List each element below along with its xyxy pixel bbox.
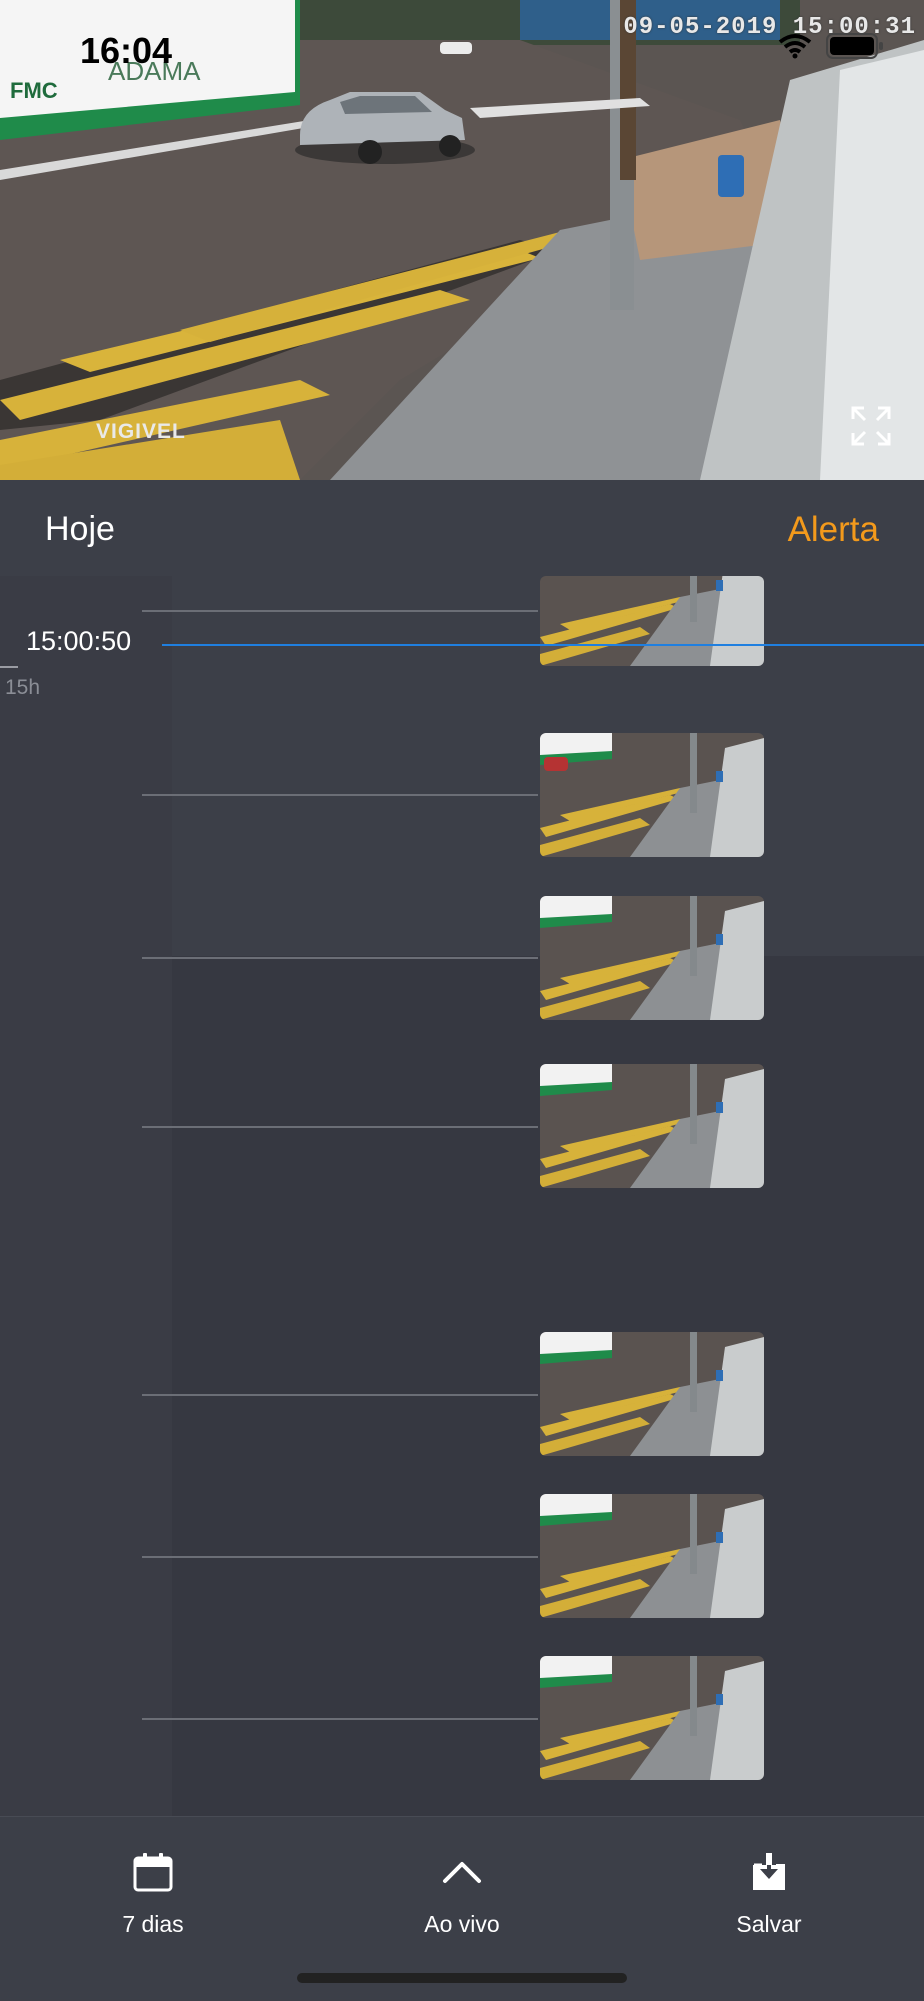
thumbnail-image	[540, 1656, 764, 1780]
download-icon	[753, 1853, 785, 1890]
battery-icon	[826, 33, 883, 59]
timeline-header: Hoje Alerta	[0, 480, 924, 576]
camera-scene-image: FMC ADAMA	[0, 0, 924, 480]
camera-video-view[interactable]: FMC ADAMA 16:04 09-05-2019 15:00:31 VIGI…	[0, 0, 924, 480]
event-marker-line	[142, 1718, 538, 1720]
hour-tick	[0, 666, 18, 668]
camera-watermark: VIGIVEL	[96, 420, 186, 443]
event-marker-line	[142, 1126, 538, 1128]
event-thumbnail[interactable]	[540, 896, 764, 1020]
event-thumbnail[interactable]	[540, 733, 764, 857]
playhead-time: 15:00:50	[26, 626, 132, 656]
event-thumbnail[interactable]	[540, 576, 764, 666]
banner-fmc-text: FMC	[10, 78, 58, 103]
status-bar-time: 16:04	[80, 30, 173, 71]
timeline-gutter	[0, 576, 172, 1816]
fullscreen-icon	[851, 406, 891, 446]
chevron-up-icon	[443, 1862, 481, 1883]
playhead-line	[162, 644, 924, 646]
live-label: Ao vivo	[424, 1911, 500, 1937]
event-thumbnail[interactable]	[540, 1656, 764, 1780]
alert-button[interactable]: Alerta	[788, 510, 879, 550]
thumbnail-image	[540, 896, 764, 1020]
day-title: Hoje	[45, 510, 115, 548]
event-thumbnail[interactable]	[540, 1332, 764, 1456]
wifi-icon	[778, 34, 812, 59]
event-thumbnail[interactable]	[540, 1494, 764, 1618]
event-marker-line	[142, 1556, 538, 1558]
hour-label: 15h	[5, 676, 41, 699]
event-marker-line	[142, 794, 538, 796]
event-marker-line	[142, 610, 538, 612]
thumbnail-image	[540, 733, 764, 857]
seven-days-label: 7 dias	[122, 1911, 184, 1937]
home-indicator[interactable]	[297, 1973, 627, 1983]
thumbnail-image	[540, 1064, 764, 1188]
live-button[interactable]: Ao vivo	[362, 1837, 562, 1938]
event-marker-line	[142, 1394, 538, 1396]
event-marker-line	[142, 957, 538, 959]
calendar-icon	[133, 1853, 173, 1892]
thumbnail-image	[540, 1332, 764, 1456]
thumbnail-image	[540, 1494, 764, 1618]
save-label: Salvar	[736, 1911, 802, 1937]
seven-days-button[interactable]: 7 dias	[53, 1837, 253, 1938]
status-bar-icons	[778, 32, 884, 60]
thumbnail-image	[540, 576, 764, 666]
save-button[interactable]: Salvar	[669, 1837, 869, 1938]
fullscreen-button[interactable]	[850, 405, 892, 447]
event-thumbnail[interactable]	[540, 1064, 764, 1188]
event-timeline[interactable]: 15:00:50 15h	[0, 576, 924, 1876]
